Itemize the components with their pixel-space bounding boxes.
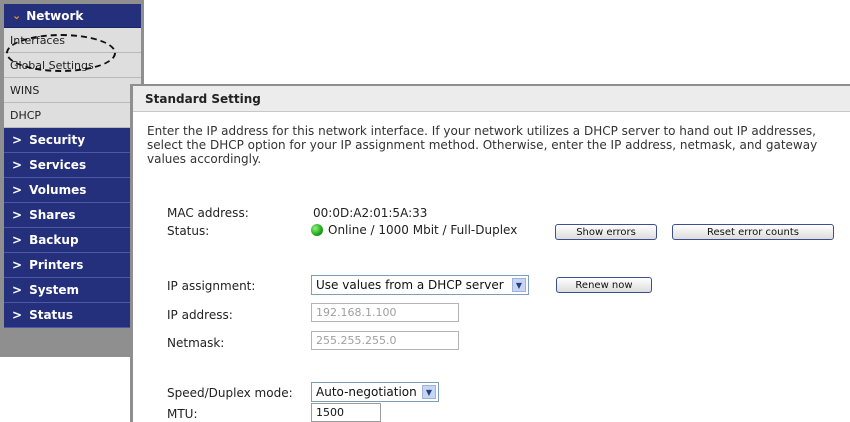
speed-duplex-select[interactable]: Auto-negotiation ▼ [311,382,439,402]
chevron-down-icon: ⌄ [12,9,22,22]
nav-security[interactable]: > Security [4,128,141,153]
nav-security-label: Security [29,133,86,147]
nav-services[interactable]: > Services [4,153,141,178]
speed-duplex-label: Speed/Duplex mode: [167,386,293,400]
netmask-field[interactable]: 255.255.255.0 [311,331,459,350]
ip-address-label: IP address: [167,308,233,322]
nav-volumes[interactable]: > Volumes [4,178,141,203]
status-text: Online / 1000 Mbit / Full-Duplex [328,223,518,237]
page-title: Standard Setting [133,86,850,112]
nav-backup-label: Backup [29,233,79,247]
netmask-label: Netmask: [167,336,225,350]
nav-status-label: Status [29,308,73,322]
nav-volumes-label: Volumes [29,183,87,197]
show-errors-button[interactable]: Show errors [555,224,657,240]
status-online-icon [311,224,323,236]
nav-sub-dhcp[interactable]: DHCP [4,103,141,128]
mtu-field[interactable]: 1500 [311,403,381,422]
ip-address-field[interactable]: 192.168.1.100 [311,303,459,322]
nav-backup[interactable]: > Backup [4,228,141,253]
highlight-oval [6,34,116,72]
ip-assignment-label: IP assignment: [167,279,256,293]
chevron-down-icon[interactable]: ▼ [512,278,526,292]
chevron-down-icon[interactable]: ▼ [422,385,436,399]
nav-network-header[interactable]: ⌄ Network [4,4,141,28]
reset-error-counts-button[interactable]: Reset error counts [672,224,834,240]
nav-system[interactable]: > System [4,278,141,303]
ip-assignment-select[interactable]: Use values from a DHCP server ▼ [311,275,529,295]
nav-status[interactable]: > Status [4,303,141,328]
chevron-right-icon: > [12,208,23,222]
nav-shares-label: Shares [29,208,76,222]
nav-printers-label: Printers [29,258,84,272]
speed-duplex-value: Auto-negotiation [316,385,417,399]
renew-now-button[interactable]: Renew now [556,277,652,293]
chevron-right-icon: > [12,133,23,147]
nav-shares[interactable]: > Shares [4,203,141,228]
nav-printers[interactable]: > Printers [4,253,141,278]
mac-address-value: 00:0D:A2:01:5A:33 [313,206,428,220]
mac-address-label: MAC address: [167,206,249,220]
mtu-label: MTU: [167,407,198,421]
nav-services-label: Services [29,158,87,172]
chevron-right-icon: > [12,158,23,172]
nav-system-label: System [29,283,80,297]
nav-sub-wins[interactable]: WINS [4,78,141,103]
chevron-right-icon: > [12,233,23,247]
chevron-right-icon: > [12,283,23,297]
ip-assignment-value: Use values from a DHCP server [316,278,504,292]
nav-network-label: Network [26,8,84,23]
main-window: Standard Setting Enter the IP address fo… [130,84,850,422]
chevron-right-icon: > [12,258,23,272]
status-label: Status: [167,224,210,238]
main-panel: Standard Setting Enter the IP address fo… [133,86,850,422]
chevron-right-icon: > [12,308,23,322]
chevron-right-icon: > [12,183,23,197]
description-text: Enter the IP address for this network in… [147,124,818,166]
status-value: Online / 1000 Mbit / Full-Duplex [311,223,517,237]
